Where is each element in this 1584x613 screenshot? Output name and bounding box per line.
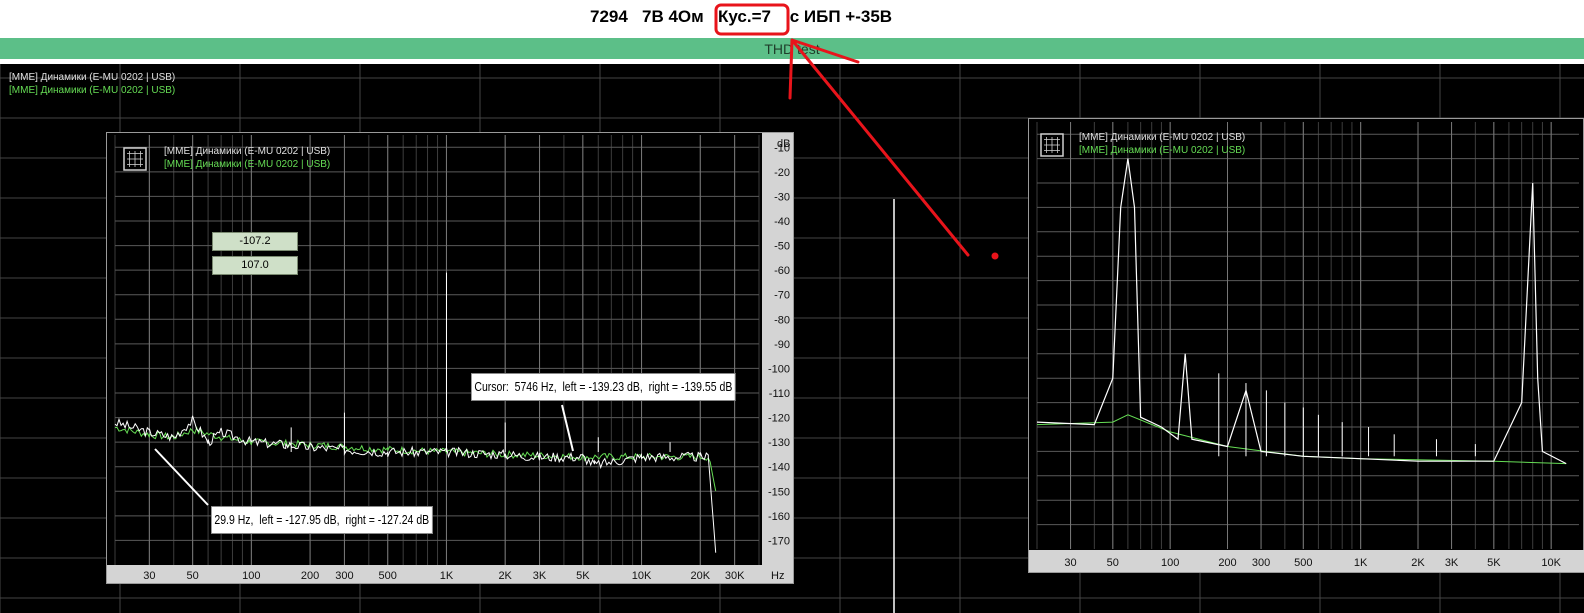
left-x-tick-label: 20K (690, 570, 710, 582)
left-x-tick-label: 300 (335, 570, 353, 582)
left-y-tick-label: -140 (768, 462, 790, 474)
left-y-tick-label: -150 (768, 486, 790, 498)
right-x-tick-label: 500 (1294, 557, 1312, 569)
main-legend-right: [MME] Динамики (E-MU 0202 | USB) (9, 85, 176, 96)
left-x-tick-label: 100 (242, 570, 260, 582)
window-titlebar[interactable]: THD test (0, 38, 1584, 59)
right-trace-left (1036, 158, 1567, 465)
left-y-tick-label: -120 (768, 413, 790, 425)
main-legend-left: [MME] Динамики (E-MU 0202 | USB) (9, 72, 176, 83)
left-y-tick-label: -130 (768, 437, 790, 449)
right-x-tick-label: 10K (1541, 557, 1561, 569)
right-x-tick-label: 2K (1411, 557, 1425, 569)
left-y-tick-label: -90 (774, 339, 790, 351)
left-x-tick-label: 5K (576, 570, 590, 582)
left-x-tick-label: 2K (498, 570, 512, 582)
marker-readout: 29.9 Hz, left = -127.95 dB, right = -127… (211, 506, 433, 534)
left-x-tick-label: 500 (379, 570, 397, 582)
left-x-tick-label: 50 (187, 570, 199, 582)
left-x-tick-label: 10K (632, 570, 652, 582)
left-legend-line-1: [MME] Динамики (E-MU 0202 | USB) (164, 146, 331, 157)
right-x-tick-label: 5K (1487, 557, 1501, 569)
left-x-tick-label: 1K (440, 570, 454, 582)
left-y-tick-label: -20 (774, 167, 790, 179)
heading-text: 7294 7В 4Ом (590, 7, 709, 26)
left-spectrum-window[interactable]: -10 -20 -30 -40 -50 -60 -70 -80 -90 -100 -110 -120-… (106, 132, 794, 584)
left-y-tick-label: -160 (768, 511, 790, 523)
left-y-tick-label: -70 (774, 290, 790, 302)
heading-suffix-text: с ИБП +-35В (785, 7, 893, 26)
level-left-box: -107.2 (212, 232, 298, 251)
right-x-tick-label: 1K (1354, 557, 1368, 569)
left-spectrum-svg: -10-20-30-40-50-60-70-80-90-100-110-120-… (114, 135, 790, 582)
right-x-tick-label: 100 (1161, 557, 1179, 569)
gain-highlight-text: Кус.=7 (718, 7, 771, 26)
left-y-tick-label: -100 (768, 363, 790, 375)
level-right-box: 107.0 (212, 256, 298, 275)
right-x-tick-label: 200 (1218, 557, 1236, 569)
right-x-tick-label: 30 (1064, 557, 1076, 569)
left-y-tick-label: -80 (774, 314, 790, 326)
left-y-tick-label: -110 (769, 388, 790, 400)
marker-leader-line (154, 448, 209, 506)
cursor-readout: Cursor: 5746 Hz, left = -139.23 dB, righ… (471, 373, 736, 401)
right-legend-line-1: [MME] Динамики (E-MU 0202 | USB) (1079, 132, 1246, 143)
right-x-tick-label: 3K (1445, 557, 1459, 569)
left-legend-line-2: [MME] Динамики (E-MU 0202 | USB) (164, 159, 331, 170)
right-spectrum-window[interactable]: 30 50 100 200 300 500 1K 2K 3K 5K 10K [MME] Динами… (1028, 118, 1584, 573)
right-spectrum-svg: 30 50 100 200 300 500 1K 2K 3K 5K 10K (1036, 122, 1579, 569)
right-legend-line-2: [MME] Динамики (E-MU 0202 | USB) (1079, 145, 1246, 156)
left-x-tick-label: 3K (533, 570, 547, 582)
right-x-tick-label: 50 (1107, 557, 1119, 569)
right-x-tick-label: 300 (1252, 557, 1270, 569)
left-y-tick-label: -30 (774, 191, 790, 203)
left-y-tick-label: -50 (774, 241, 790, 253)
left-x-tick-label: 30 (143, 570, 155, 582)
left-x-tick-label: 200 (301, 570, 319, 582)
left-y-unit: dB (777, 138, 790, 150)
left-y-tick-label: -40 (774, 216, 790, 228)
window-title: THD test (764, 41, 820, 57)
heading: 7294 7В 4Ом Кус.=7 с ИБП +-35В (0, 0, 1584, 36)
left-x-unit: Hz (771, 570, 784, 582)
left-x-tick-label: 30K (725, 570, 745, 582)
left-y-tick-label: -60 (774, 265, 790, 277)
left-y-tick-label: -170 (768, 535, 790, 547)
